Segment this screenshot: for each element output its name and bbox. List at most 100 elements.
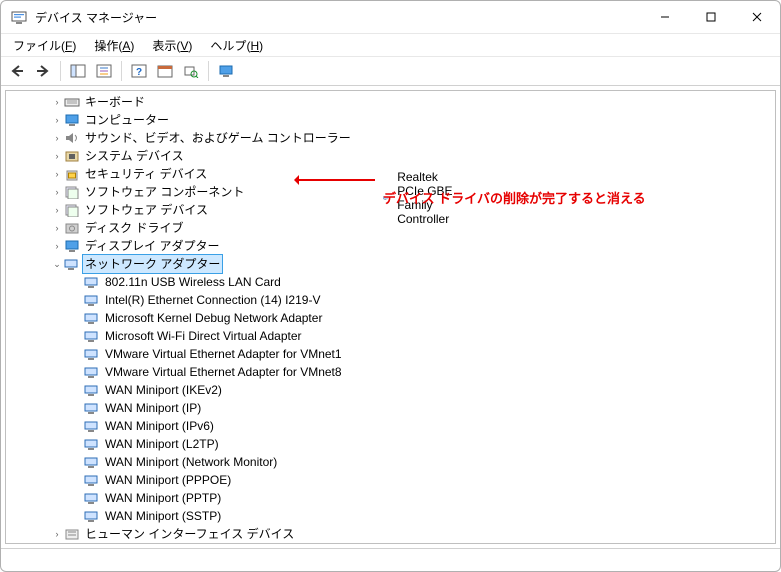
network-device[interactable]: Intel(R) Ethernet Connection (14) I219-V: [10, 291, 771, 309]
category-security[interactable]: › セキュリティ デバイス: [10, 165, 771, 183]
close-button[interactable]: [734, 1, 780, 33]
tree-label: コンピューター: [83, 111, 171, 129]
computer-button[interactable]: [214, 59, 238, 83]
tree-label: ネットワーク アダプター: [83, 255, 222, 273]
menu-action[interactable]: 操作(A): [88, 35, 140, 56]
window-buttons: [642, 1, 780, 33]
network-device[interactable]: VMware Virtual Ethernet Adapter for VMne…: [10, 363, 771, 381]
window: デバイス マネージャー ファイル(F) 操作(A) 表示(V) ヘルプ(H): [0, 0, 781, 572]
expander-icon[interactable]: ⌄: [50, 255, 64, 273]
network-device[interactable]: WAN Miniport (IP): [10, 399, 771, 417]
category-display-adapters[interactable]: › ディスプレイ アダプター: [10, 237, 771, 255]
network-icon: [84, 401, 100, 415]
network-icon: [84, 311, 100, 325]
network-icon: [84, 473, 100, 487]
category-disk-drives[interactable]: ›ディスク ドライブ: [10, 219, 771, 237]
network-device[interactable]: 802.11n USB Wireless LAN Card: [10, 273, 771, 291]
expander-icon[interactable]: ›: [50, 525, 64, 543]
network-device[interactable]: WAN Miniport (IKEv2): [10, 381, 771, 399]
maximize-button[interactable]: [688, 1, 734, 33]
network-device[interactable]: VMware Virtual Ethernet Adapter for VMne…: [10, 345, 771, 363]
nav-back-button[interactable]: [5, 59, 29, 83]
scan-icon: [183, 64, 199, 78]
scan-button[interactable]: [179, 59, 203, 83]
device-manager-icon: [11, 9, 27, 25]
network-device[interactable]: WAN Miniport (PPPOE): [10, 471, 771, 489]
tree-label: VMware Virtual Ethernet Adapter for VMne…: [103, 363, 344, 381]
expander-icon[interactable]: ›: [50, 237, 64, 255]
tree-label: セキュリティ デバイス: [83, 165, 209, 183]
minimize-button[interactable]: [642, 1, 688, 33]
toolbar-separator: [121, 61, 122, 81]
show-hide-tree-button[interactable]: [66, 59, 90, 83]
security-icon: [64, 167, 80, 181]
properties-toolbar-button[interactable]: [92, 59, 116, 83]
network-icon: [84, 509, 100, 523]
category-software-devices[interactable]: ›ソフトウェア デバイス: [10, 201, 771, 219]
arrow-left-icon: [9, 64, 25, 78]
network-device[interactable]: WAN Miniport (Network Monitor): [10, 453, 771, 471]
network-device[interactable]: Microsoft Wi-Fi Direct Virtual Adapter: [10, 327, 771, 345]
expander-icon[interactable]: ›: [50, 111, 64, 129]
expander-icon[interactable]: ›: [50, 201, 64, 219]
expander-icon[interactable]: ›: [50, 543, 64, 544]
network-icon: [64, 257, 80, 271]
tree-label: システム デバイス: [83, 147, 186, 165]
menu-file[interactable]: ファイル(F): [7, 35, 82, 56]
menubar: ファイル(F) 操作(A) 表示(V) ヘルプ(H): [1, 34, 780, 57]
toolbar: ?: [1, 57, 780, 86]
network-icon: [84, 455, 100, 469]
expander-icon[interactable]: ›: [50, 219, 64, 237]
nav-forward-button[interactable]: [31, 59, 55, 83]
panel-icon: [70, 64, 86, 78]
category-computer[interactable]: › コンピューター: [10, 111, 771, 129]
category-software-components[interactable]: ›ソフトウェア コンポーネント: [10, 183, 771, 201]
software-icon: [64, 203, 80, 217]
keyboard-icon: [64, 95, 80, 109]
tree-label: WAN Miniport (Network Monitor): [103, 453, 279, 471]
network-icon: [84, 491, 100, 505]
maximize-icon: [706, 12, 716, 22]
network-icon: [84, 293, 100, 307]
expander-icon[interactable]: ›: [50, 183, 64, 201]
tree-label: WAN Miniport (PPTP): [103, 489, 223, 507]
toolbar-separator: [208, 61, 209, 81]
network-icon: [84, 437, 100, 451]
network-icon: [84, 365, 100, 379]
expander-icon[interactable]: ›: [50, 147, 64, 165]
menu-help[interactable]: ヘルプ(H): [204, 35, 269, 56]
svg-text:?: ?: [136, 67, 142, 78]
toolbar-separator: [60, 61, 61, 81]
disk-icon: [64, 221, 80, 235]
network-icon: [84, 329, 100, 343]
tree-label: ディスプレイ アダプター: [83, 237, 222, 255]
software-icon: [64, 185, 80, 199]
help-button[interactable]: ?: [127, 59, 151, 83]
content-area: ›キーボード›コンピューター›サウンド、ビデオ、およびゲーム コントローラー›シ…: [1, 86, 780, 548]
category-hid[interactable]: › ヒューマン インターフェイス デバイス: [10, 525, 771, 543]
category-keyboard[interactable]: › キーボード: [10, 93, 771, 111]
expander-icon[interactable]: ›: [50, 129, 64, 147]
tree-label: WAN Miniport (SSTP): [103, 507, 223, 525]
tree-label: キーボード: [83, 93, 147, 111]
events-button[interactable]: [153, 59, 177, 83]
tree-label: ヒューマン インターフェイス デバイス: [83, 525, 296, 543]
category-network-adapters[interactable]: ⌄ ネットワーク アダプター: [10, 255, 771, 273]
minimize-icon: [660, 12, 670, 22]
category-system[interactable]: › システム デバイス: [10, 147, 771, 165]
network-device[interactable]: Microsoft Kernel Debug Network Adapter: [10, 309, 771, 327]
expander-icon[interactable]: ›: [50, 165, 64, 183]
tree-label: Microsoft Kernel Debug Network Adapter: [103, 309, 324, 327]
network-device[interactable]: WAN Miniport (L2TP): [10, 435, 771, 453]
network-device[interactable]: WAN Miniport (PPTP): [10, 489, 771, 507]
display-icon: [64, 239, 80, 253]
expander-icon[interactable]: ›: [50, 93, 64, 111]
network-device[interactable]: WAN Miniport (IPv6): [10, 417, 771, 435]
category-sound[interactable]: ›サウンド、ビデオ、およびゲーム コントローラー: [10, 129, 771, 147]
tree-label: WAN Miniport (PPPOE): [103, 471, 233, 489]
menu-view[interactable]: 表示(V): [146, 35, 198, 56]
system-icon: [64, 149, 80, 163]
device-tree[interactable]: ›キーボード›コンピューター›サウンド、ビデオ、およびゲーム コントローラー›シ…: [5, 90, 776, 544]
network-device[interactable]: WAN Miniport (SSTP): [10, 507, 771, 525]
category-firmware[interactable]: ›ファームウェア: [10, 543, 771, 544]
